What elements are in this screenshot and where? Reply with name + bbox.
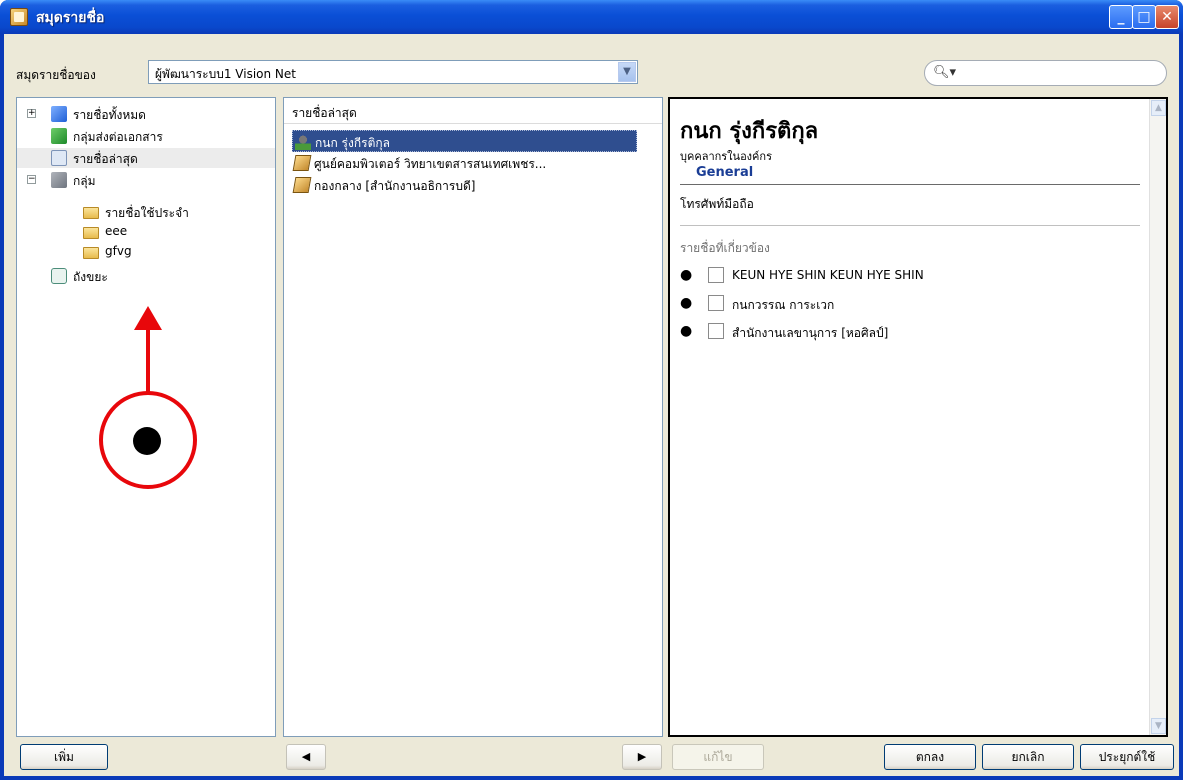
related-contacts-heading: รายชื่อที่เกี่ยวข้อง — [680, 241, 770, 255]
annotation-arrow-line — [146, 326, 150, 392]
expand-icon[interactable]: + — [27, 109, 36, 118]
bullet-icon: ● — [680, 295, 693, 311]
list-column-header[interactable]: รายชื่อล่าสุด — [284, 98, 662, 124]
list-item-label: กองกลาง [สำนักงานอธิการบดี] — [314, 179, 476, 193]
folder-icon — [83, 227, 99, 239]
collapse-icon[interactable]: − — [27, 175, 36, 184]
ok-button[interactable]: ตกลง — [884, 744, 976, 770]
next-button[interactable]: ▶ — [622, 744, 662, 770]
cancel-button[interactable]: ยกเลิก — [982, 744, 1074, 770]
previous-button[interactable]: ◀ — [286, 744, 326, 770]
contact-detail-panel: กนก รุ่งกีรติกุล บุคคลากรในองค์กร Genera… — [668, 97, 1168, 737]
arrow-right-icon: ▶ — [637, 750, 647, 763]
folder-icon — [83, 247, 99, 259]
organization-icon — [292, 155, 312, 171]
related-contact-item[interactable]: ● กนกวรรณ การะเวก — [680, 293, 1080, 313]
list-item[interactable]: กนก รุ่งกีรติกุล — [292, 130, 637, 152]
groups-icon — [51, 172, 67, 188]
related-contact-item[interactable]: ● สำนักงานเลขานุการ [หอศิลป์] — [680, 321, 1080, 341]
list-item-label: กนก รุ่งกีรติกุล — [315, 136, 390, 150]
title-bar[interactable]: สมุดรายชื่อ _ □ ✕ — [0, 0, 1183, 34]
contact-name: กนก รุ่งกีรติกุล — [680, 119, 819, 144]
scroll-up-icon[interactable]: ▲ — [1151, 100, 1166, 116]
section-divider — [680, 184, 1140, 185]
add-button[interactable]: เพิ่ม — [20, 744, 108, 770]
tree-item-groups[interactable]: − กลุ่ม — [17, 170, 275, 190]
tree-item-label: ถังขยะ — [73, 270, 108, 284]
arrow-left-icon: ◀ — [301, 750, 311, 763]
tree-item-label: รายชื่อใช้ประจำ — [105, 206, 189, 220]
divider — [680, 225, 1140, 226]
contact-list-panel: รายชื่อล่าสุด กนก รุ่งกีรติกุล ศูนย์คอมพ… — [283, 97, 663, 737]
organization-icon — [292, 177, 312, 193]
tree-item-label: รายชื่อล่าสุด — [73, 152, 138, 166]
edit-button[interactable]: แก้ไข — [672, 744, 764, 770]
related-contact-label: สำนักงานเลขานุการ [หอศิลป์] — [732, 326, 889, 340]
tree-item-all-contacts[interactable]: + รายชื่อทั้งหมด — [17, 104, 275, 124]
vertical-scrollbar[interactable]: ▲ ▼ — [1149, 99, 1166, 735]
address-book-value: ผู้พัฒนาระบบ1 Vision Net — [155, 67, 296, 81]
tree-item-label: gfvg — [105, 244, 132, 258]
related-contact-checkbox[interactable] — [708, 295, 724, 311]
bullet-icon: ● — [680, 323, 693, 339]
bullet-icon: ● — [680, 267, 693, 283]
search-icon: 🔍︎▾ — [933, 65, 957, 80]
all-contacts-icon — [51, 106, 67, 122]
apply-button[interactable]: ประยุกต์ใช้ — [1080, 744, 1174, 770]
contact-subtitle: บุคคลากรในองค์กร — [680, 150, 772, 163]
address-book-label: สมุดรายชื่อของ — [16, 68, 96, 82]
window-title: สมุดรายชื่อ — [36, 10, 105, 26]
address-book-select[interactable]: ผู้พัฒนาระบบ1 Vision Net ▼ — [148, 60, 638, 84]
tree-item-gfvg[interactable]: gfvg — [17, 242, 275, 262]
maximize-button[interactable]: □ — [1132, 5, 1156, 29]
tree-item-label: กลุ่มส่งต่อเอกสาร — [73, 130, 163, 144]
related-contact-checkbox[interactable] — [708, 323, 724, 339]
favorites-folder-icon — [83, 207, 99, 219]
list-header-label: รายชื่อล่าสุด — [292, 106, 357, 120]
close-button[interactable]: ✕ — [1155, 5, 1179, 29]
tree-item-label: กลุ่ม — [73, 174, 96, 188]
tree-item-label: รายชื่อทั้งหมด — [73, 108, 146, 122]
address-book-icon — [10, 8, 28, 26]
forward-group-icon — [51, 128, 67, 144]
related-contact-checkbox[interactable] — [708, 267, 724, 283]
chevron-down-icon[interactable]: ▼ — [618, 62, 636, 82]
recent-contacts-icon — [51, 150, 67, 166]
mobile-phone-label: โทรศัพท์มือถือ — [680, 197, 754, 211]
related-contact-label: กนกวรรณ การะเวก — [732, 298, 835, 312]
list-item-label: ศูนย์คอมพิวเตอร์ วิทยาเขตสารสนเทศเพชร... — [314, 157, 547, 171]
related-contact-item[interactable]: ● KEUN HYE SHIN KEUN HYE SHIN — [680, 265, 1080, 285]
tree-item-forward-group[interactable]: กลุ่มส่งต่อเอกสาร — [17, 126, 275, 146]
minimize-button[interactable]: _ — [1109, 5, 1133, 29]
list-item[interactable]: กองกลาง [สำนักงานอธิการบดี] — [292, 174, 637, 196]
tree-item-label: eee — [105, 224, 128, 238]
list-item[interactable]: ศูนย์คอมพิวเตอร์ วิทยาเขตสารสนเทศเพชร... — [292, 152, 637, 174]
search-input[interactable]: 🔍︎▾ — [924, 60, 1167, 86]
section-heading: General — [696, 165, 754, 180]
tree-item-favorites[interactable]: รายชื่อใช้ประจำ — [17, 202, 275, 222]
related-contact-label: KEUN HYE SHIN KEUN HYE SHIN — [732, 268, 924, 282]
scroll-down-icon[interactable]: ▼ — [1151, 718, 1166, 734]
person-icon — [295, 134, 311, 150]
tree-item-eee[interactable]: eee — [17, 222, 275, 242]
tree-item-trash[interactable]: ถังขยะ — [17, 266, 275, 286]
annotation-dot — [133, 427, 161, 455]
trash-icon — [51, 268, 67, 284]
tree-item-recent-contacts[interactable]: รายชื่อล่าสุด — [17, 148, 275, 168]
